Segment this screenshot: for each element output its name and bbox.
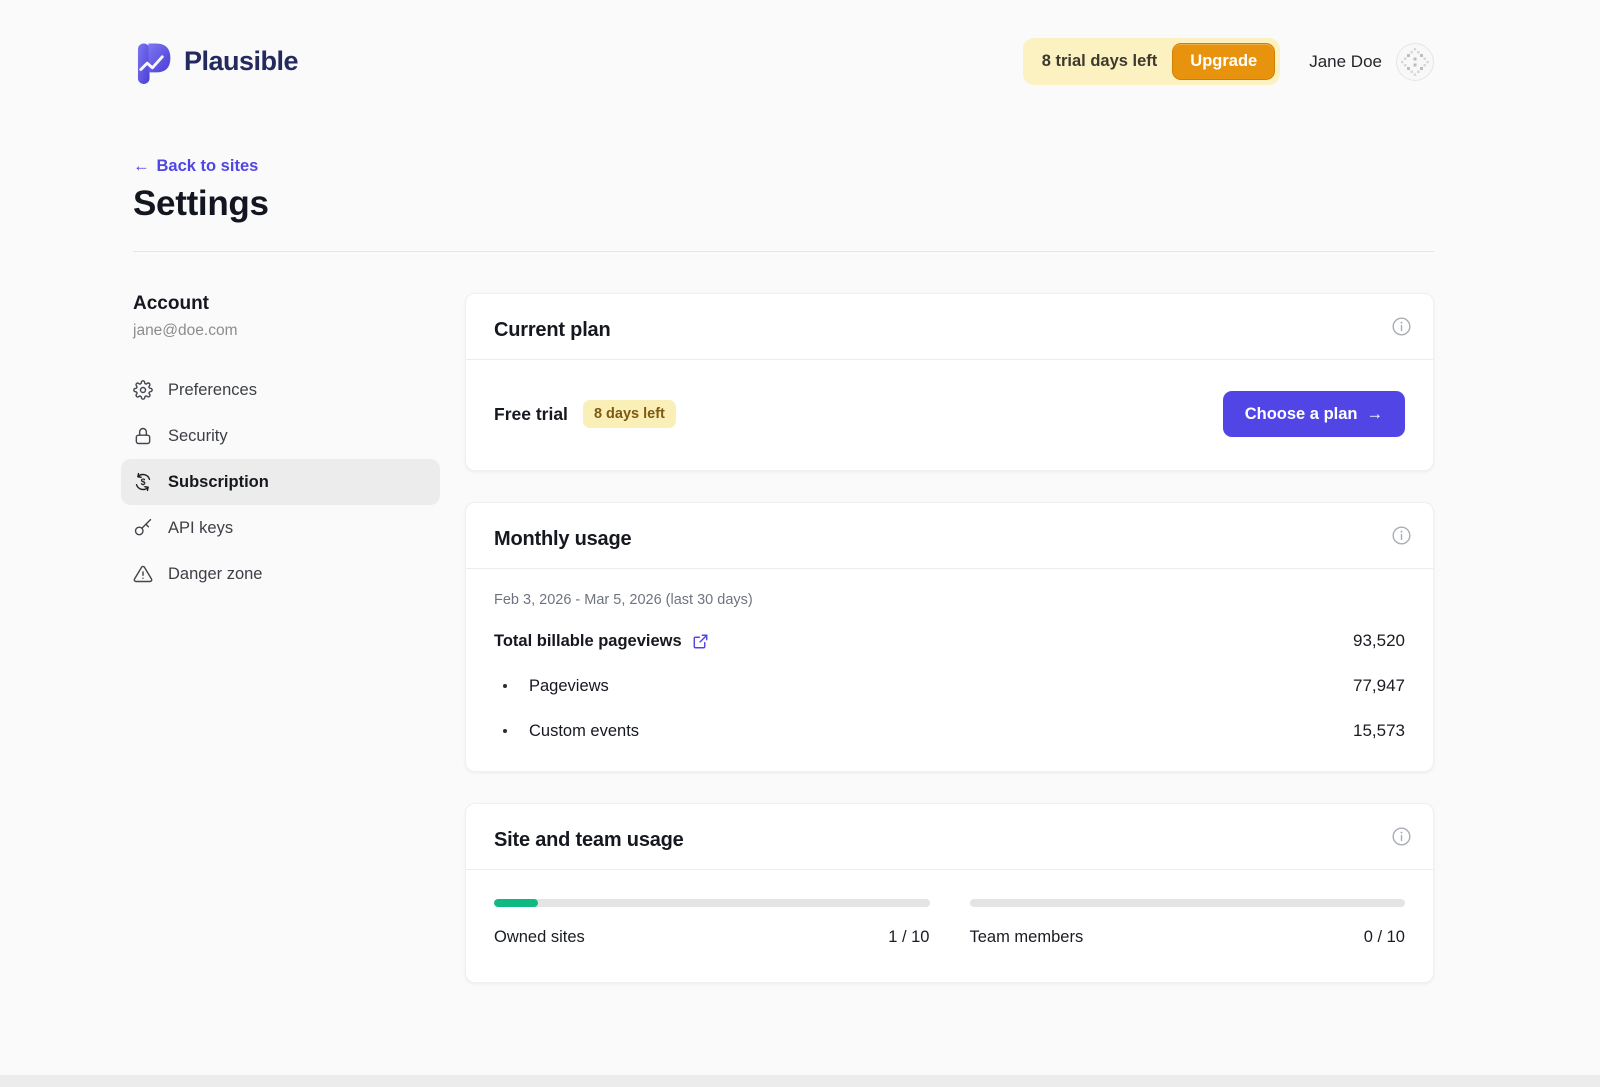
owned-sites-meter: Owned sites 1 / 10 bbox=[494, 899, 930, 947]
upgrade-button[interactable]: Upgrade bbox=[1172, 43, 1275, 80]
plausible-logo[interactable]: Plausible bbox=[133, 40, 298, 84]
usage-total-value: 93,520 bbox=[1353, 631, 1405, 651]
usage-row-custom-events: Custom events 15,573 bbox=[494, 721, 1405, 741]
svg-text:$: $ bbox=[141, 477, 146, 487]
back-to-sites-link[interactable]: ← Back to sites bbox=[133, 157, 258, 176]
monthly-usage-card: Monthly usage Feb 3, 2026 - Mar 5, 2026 … bbox=[465, 502, 1434, 772]
site-team-usage-card: Site and team usage bbox=[465, 803, 1434, 983]
bullet-dot bbox=[503, 729, 507, 733]
meter-label: Owned sites bbox=[494, 928, 585, 947]
info-circle-icon[interactable] bbox=[1391, 525, 1412, 546]
usage-row-pageviews: Pageviews 77,947 bbox=[494, 676, 1405, 696]
trial-banner: 8 trial days left Upgrade bbox=[1023, 38, 1281, 85]
user-avatar[interactable] bbox=[1396, 43, 1434, 81]
usage-period: Feb 3, 2026 - Mar 5, 2026 (last 30 days) bbox=[494, 592, 1405, 608]
warning-triangle-icon bbox=[133, 564, 153, 584]
arrow-right-icon: → bbox=[1367, 405, 1384, 424]
external-link-icon[interactable] bbox=[692, 633, 709, 650]
usage-row-label: Custom events bbox=[529, 722, 639, 741]
sidebar-item-label: Danger zone bbox=[168, 565, 262, 584]
settings-main: Current plan Free trial 8 days left Choo… bbox=[465, 293, 1434, 983]
trial-days-text: 8 trial days left bbox=[1042, 52, 1158, 71]
bullet-dot bbox=[503, 684, 507, 688]
meter-value: 0 / 10 bbox=[1364, 928, 1405, 947]
current-plan-card: Current plan Free trial 8 days left Choo… bbox=[465, 293, 1434, 471]
window-bottom-edge bbox=[0, 1075, 1600, 1087]
account-email: jane@doe.com bbox=[133, 322, 440, 340]
sidebar-item-label: Preferences bbox=[168, 381, 257, 400]
progress-track bbox=[970, 899, 1406, 907]
lock-icon bbox=[133, 426, 153, 446]
page-divider bbox=[133, 251, 1434, 252]
sidebar-item-subscription[interactable]: $ Subscription bbox=[121, 459, 440, 505]
usage-row-label: Pageviews bbox=[529, 677, 609, 696]
team-members-meter: Team members 0 / 10 bbox=[970, 899, 1406, 947]
sidebar-item-label: Security bbox=[168, 427, 228, 446]
meter-label: Team members bbox=[970, 928, 1084, 947]
usage-total-label: Total billable pageviews bbox=[494, 632, 682, 651]
identicon-avatar-icon bbox=[1396, 43, 1434, 81]
sidebar-item-label: API keys bbox=[168, 519, 233, 538]
usage-total-row: Total billable pageviews 93,520 bbox=[494, 631, 1405, 651]
top-bar-right: 8 trial days left Upgrade Jane Doe bbox=[1023, 38, 1434, 85]
usage-row-value: 77,947 bbox=[1353, 676, 1405, 696]
gear-icon bbox=[133, 380, 153, 400]
meter-value: 1 / 10 bbox=[888, 928, 929, 947]
sidebar-item-label: Subscription bbox=[168, 473, 269, 492]
sidebar-item-preferences[interactable]: Preferences bbox=[121, 367, 440, 413]
back-arrow-icon: ← bbox=[133, 157, 150, 176]
sidebar-item-api-keys[interactable]: API keys bbox=[121, 505, 440, 551]
plan-name: Free trial bbox=[494, 404, 568, 425]
user-name[interactable]: Jane Doe bbox=[1309, 52, 1382, 72]
sidebar-item-security[interactable]: Security bbox=[121, 413, 440, 459]
top-bar: Plausible 8 trial days left Upgrade Jane… bbox=[133, 0, 1434, 85]
progress-fill bbox=[494, 899, 538, 907]
usage-row-value: 15,573 bbox=[1353, 721, 1405, 741]
progress-track bbox=[494, 899, 930, 907]
billing-cycle-icon: $ bbox=[133, 472, 153, 492]
choose-plan-button[interactable]: Choose a plan → bbox=[1223, 391, 1405, 437]
back-link-label: Back to sites bbox=[157, 157, 259, 176]
brand-name: Plausible bbox=[184, 46, 298, 77]
info-circle-icon[interactable] bbox=[1391, 826, 1412, 847]
settings-page: Plausible 8 trial days left Upgrade Jane… bbox=[0, 0, 1600, 1087]
card-title: Current plan bbox=[494, 319, 1405, 342]
settings-sidebar: Account jane@doe.com Preferences bbox=[133, 293, 440, 597]
card-title: Site and team usage bbox=[494, 829, 1405, 852]
page-title: Settings bbox=[133, 184, 1434, 224]
info-circle-icon[interactable] bbox=[1391, 316, 1412, 337]
key-icon bbox=[133, 518, 153, 538]
card-title: Monthly usage bbox=[494, 528, 1405, 551]
sidebar-item-danger-zone[interactable]: Danger zone bbox=[121, 551, 440, 597]
plausible-logo-icon bbox=[133, 40, 173, 84]
days-left-badge: 8 days left bbox=[583, 400, 676, 428]
sidebar-nav: Preferences Security bbox=[121, 367, 440, 597]
sidebar-section-title: Account bbox=[133, 293, 440, 315]
choose-plan-label: Choose a plan bbox=[1245, 405, 1358, 424]
